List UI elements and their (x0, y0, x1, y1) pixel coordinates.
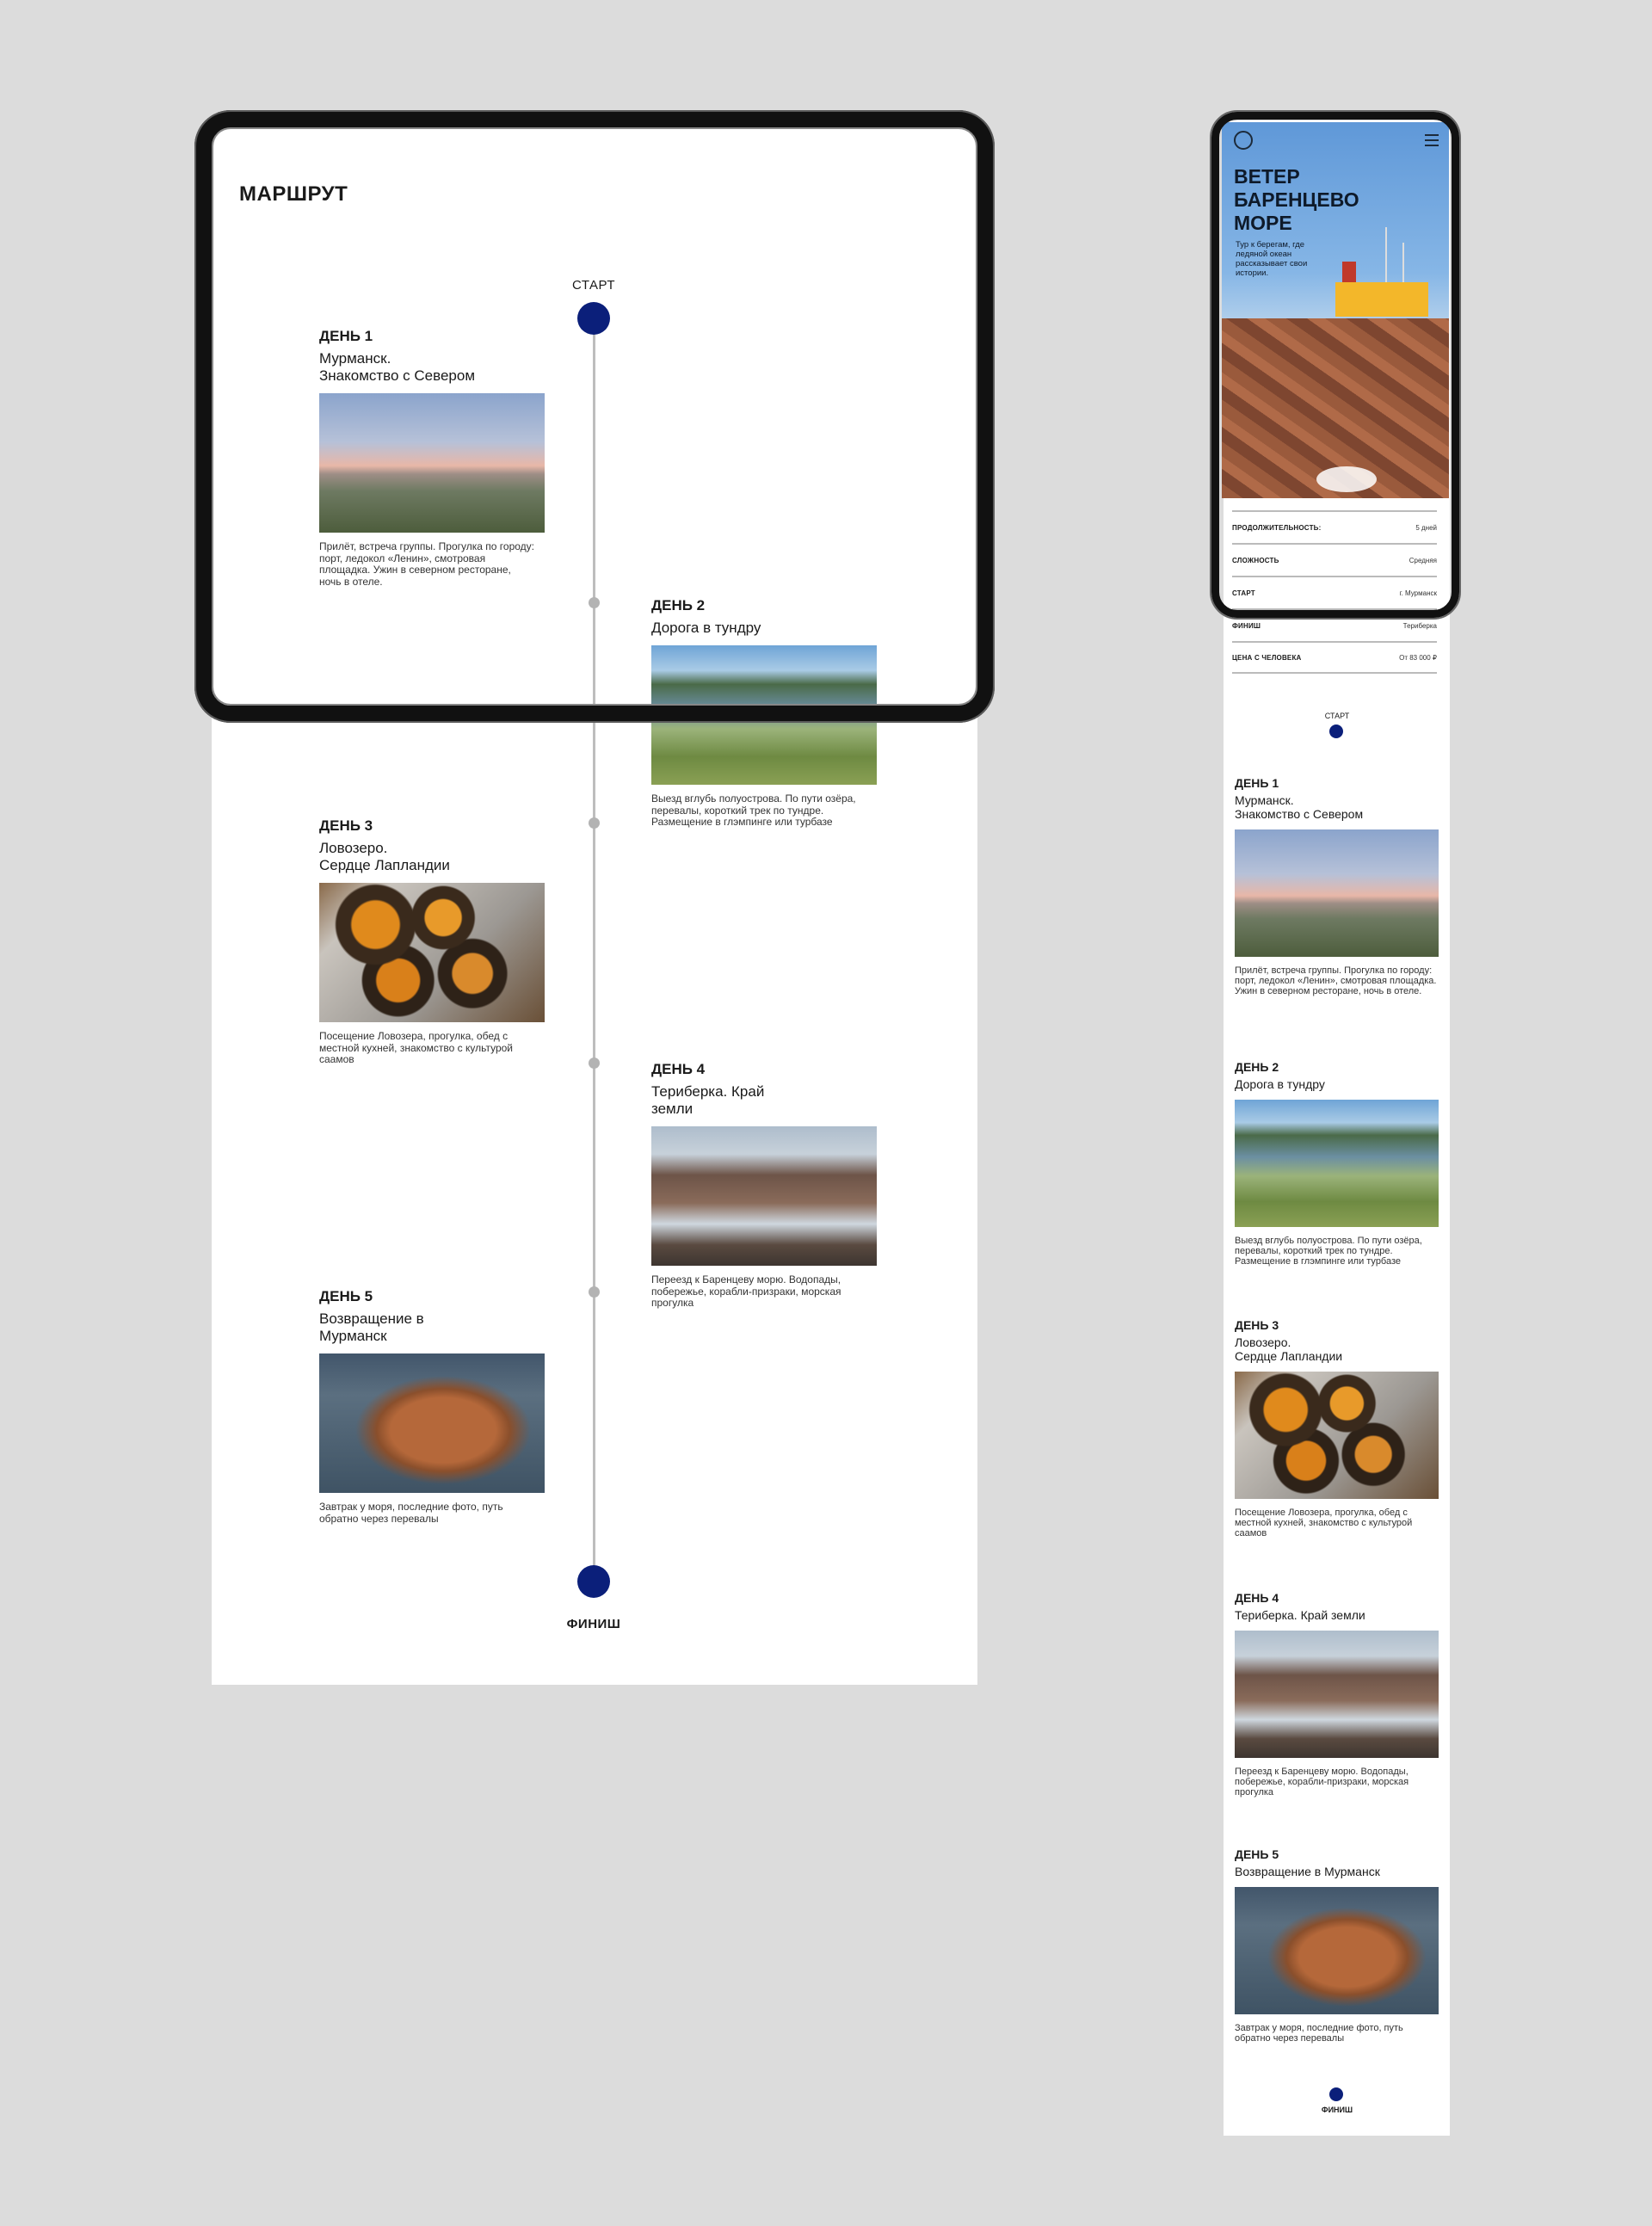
info-value: Средняя (1409, 556, 1437, 564)
day-2-photo-tundra (651, 645, 877, 785)
timeline-line (593, 320, 595, 1582)
timeline-dot-day4 (589, 1058, 600, 1069)
timeline-start-label: СТАРТ (572, 278, 615, 293)
hero-mast (1402, 243, 1404, 286)
timeline-finish-label: ФИНИШ (566, 1617, 621, 1631)
tablet-day-1: ДЕНЬ 1 Мурманск. Знакомство с Севером Пр… (319, 328, 545, 588)
info-key: ЦЕНА С ЧЕЛОВЕКА (1232, 653, 1302, 662)
menu-icon[interactable] (1425, 134, 1439, 146)
day-number: ДЕНЬ 2 (1235, 1060, 1279, 1074)
info-key: ФИНИШ (1232, 621, 1261, 630)
hero-title: ВЕТЕР БАРЕНЦЕВО МОРЕ (1234, 165, 1359, 234)
day-1-photo-murmansk (319, 393, 545, 533)
day-title: Мурманск. Знакомство с Севером (1235, 793, 1364, 821)
phone-finish-label: ФИНИШ (1321, 2106, 1353, 2114)
day-number: ДЕНЬ 3 (1235, 1318, 1279, 1332)
hero-mast (1385, 227, 1387, 287)
day-3-photo-food (1235, 1372, 1439, 1499)
day-4-photo-waterfall (651, 1126, 877, 1266)
day-description: Переезд к Баренцеву морю. Водопады, побе… (1235, 1767, 1409, 1797)
info-row-price: ЦЕНА С ЧЕЛОВЕКА От 83 000 ₽ (1232, 641, 1437, 674)
info-row-difficulty: СЛОЖНОСТЬ Средняя (1232, 543, 1437, 576)
timeline-finish-dot (577, 1565, 610, 1598)
day-title: Возвращение в Мурманск (319, 1310, 424, 1344)
timeline-dot-day5 (589, 1286, 600, 1298)
info-value: г. Мурманск (1399, 589, 1437, 597)
day-title: Ловозеро. Сердце Лапландии (319, 840, 450, 873)
day-number: ДЕНЬ 5 (1235, 1847, 1279, 1861)
day-title: Возвращение в Мурманск (1235, 1865, 1380, 1878)
phone-day-3: ДЕНЬ 3 Ловозеро. Сердце Лапландии Посеще… (1235, 1318, 1439, 1538)
day-description: Завтрак у моря, последние фото, путь обр… (319, 1501, 503, 1525)
phone-day-1: ДЕНЬ 1 Мурманск. Знакомство с Севером Пр… (1235, 776, 1439, 996)
day-2-photo-tundra (1235, 1100, 1439, 1227)
day-number: ДЕНЬ 3 (319, 817, 373, 834)
hero-subtitle: Тур к берегам, где ледяной океан рассказ… (1236, 240, 1308, 278)
info-value: 5 дней (1415, 523, 1437, 532)
info-value: Териберка (1402, 621, 1437, 630)
info-row-start: СТАРТ г. Мурманск (1232, 576, 1437, 608)
timeline-dot-day2 (589, 597, 600, 608)
day-description: Прилёт, встреча группы. Прогулка по горо… (1235, 965, 1437, 996)
logo-icon[interactable] (1234, 131, 1253, 150)
tablet-day-3: ДЕНЬ 3 Ловозеро. Сердце Лапландии Посеще… (319, 817, 545, 1066)
day-title: Дорога в тундру (651, 620, 761, 636)
phone-start-dot (1329, 725, 1343, 738)
info-row-duration: ПРОДОЛЖИТЕЛЬНОСТЬ: 5 дней (1232, 510, 1437, 543)
day-description: Прилёт, встреча группы. Прогулка по горо… (319, 540, 534, 588)
timeline-start-dot (577, 302, 610, 335)
day-title: Ловозеро. Сердце Лапландии (1235, 1335, 1343, 1363)
day-number: ДЕНЬ 1 (319, 328, 373, 344)
tablet-day-5: ДЕНЬ 5 Возвращение в Мурманск Завтрак у … (319, 1288, 545, 1525)
day-4-photo-waterfall (1235, 1631, 1439, 1758)
day-number: ДЕНЬ 4 (1235, 1591, 1279, 1605)
phone-day-4: ДЕНЬ 4 Териберка. Край земли Переезд к Б… (1235, 1591, 1439, 1797)
info-key: СТАРТ (1232, 589, 1255, 597)
hero-wave-splash (1316, 466, 1377, 492)
day-number: ДЕНЬ 1 (1235, 776, 1279, 790)
day-number: ДЕНЬ 5 (319, 1288, 373, 1304)
info-key: ПРОДОЛЖИТЕЛЬНОСТЬ: (1232, 523, 1322, 532)
day-description: Посещение Ловозера, прогулка, обед с мес… (319, 1030, 513, 1065)
day-3-photo-food (319, 883, 545, 1022)
day-number: ДЕНЬ 4 (651, 1061, 706, 1077)
tablet-day-4: ДЕНЬ 4 Териберка. Край земли Переезд к Б… (651, 1061, 877, 1310)
info-key: СЛОЖНОСТЬ (1232, 556, 1279, 564)
day-title: Мурманск. Знакомство с Севером (319, 350, 476, 384)
day-description: Посещение Ловозера, прогулка, обед с мес… (1235, 1508, 1413, 1538)
hero-lighthouse-house (1335, 282, 1428, 317)
info-row-finish: ФИНИШ Териберка (1232, 608, 1437, 641)
route-section-title: МАРШРУТ (239, 182, 348, 206)
day-description: Завтрак у моря, последние фото, путь обр… (1235, 2023, 1403, 2044)
day-title: Териберка. Край земли (651, 1083, 765, 1117)
day-description: Выезд вглубь полуострова. По пути озёра,… (1235, 1236, 1422, 1267)
day-title: Дорога в тундру (1235, 1077, 1325, 1091)
phone-finish-dot (1329, 2087, 1343, 2101)
day-5-photo-coast (1235, 1887, 1439, 2014)
info-value: От 83 000 ₽ (1399, 653, 1437, 662)
phone-start-label: СТАРТ (1324, 712, 1350, 720)
timeline-dot-day3 (589, 817, 600, 829)
tour-info-table: ПРОДОЛЖИТЕЛЬНОСТЬ: 5 дней СЛОЖНОСТЬ Сред… (1232, 510, 1437, 674)
phone-day-2: ДЕНЬ 2 Дорога в тундру Выезд вглубь полу… (1235, 1060, 1439, 1267)
day-1-photo-murmansk (1235, 829, 1439, 957)
day-description: Выезд вглубь полуострова. По пути озёра,… (651, 792, 856, 828)
phone-day-5: ДЕНЬ 5 Возвращение в Мурманск Завтрак у … (1235, 1847, 1439, 2044)
day-number: ДЕНЬ 2 (651, 597, 706, 614)
day-title: Териберка. Край земли (1235, 1608, 1365, 1622)
day-description: Переезд к Баренцеву морю. Водопады, побе… (651, 1273, 841, 1309)
tablet-day-2: ДЕНЬ 2 Дорога в тундру Выезд вглубь полу… (651, 597, 877, 829)
day-5-photo-coast (319, 1353, 545, 1493)
